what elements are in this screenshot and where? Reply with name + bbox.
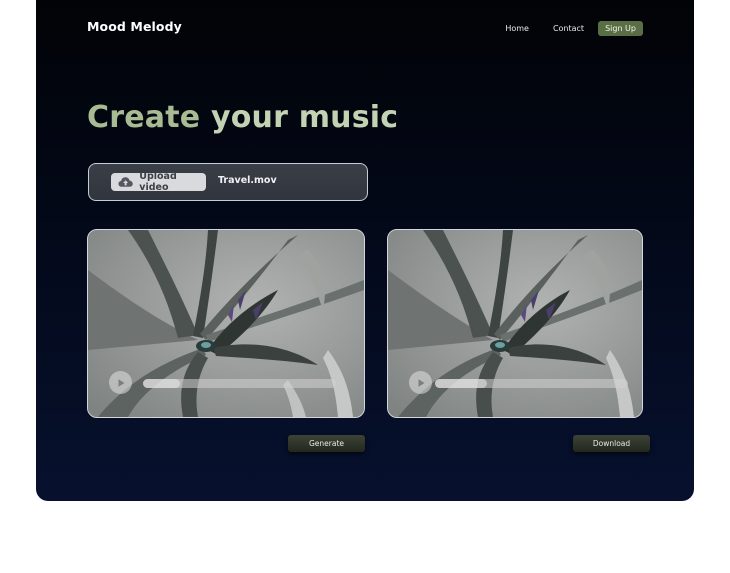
brand-logo[interactable]: Mood Melody — [87, 19, 182, 34]
source-video-player[interactable] — [87, 229, 365, 418]
top-nav: Home Contact Sign Up — [505, 21, 643, 36]
generate-button[interactable]: Generate — [288, 435, 365, 452]
upload-video-button[interactable]: Upload video — [111, 171, 206, 193]
generated-video-player[interactable] — [387, 229, 643, 418]
page-title-part1: Create — [87, 100, 201, 135]
play-button[interactable] — [109, 371, 132, 394]
progress-bar[interactable] — [143, 379, 336, 388]
page-title-part2: your music — [200, 100, 399, 135]
upload-bar: Upload video Travel.mov — [88, 163, 368, 201]
upload-video-label: Upload video — [139, 171, 177, 193]
play-icon — [118, 378, 124, 387]
download-button[interactable]: Download — [573, 435, 650, 452]
page-title: Create your music — [87, 100, 398, 135]
progress-fill — [143, 379, 180, 388]
nav-home-link[interactable]: Home — [505, 24, 529, 33]
progress-fill — [435, 379, 488, 388]
play-button[interactable] — [409, 371, 432, 394]
play-icon — [418, 378, 424, 387]
progress-bar[interactable] — [435, 379, 628, 388]
nav-contact-link[interactable]: Contact — [553, 24, 584, 33]
selected-file-name: Travel.mov — [218, 175, 277, 186]
cloud-upload-icon — [118, 177, 133, 187]
app-frame: Mood Melody Home Contact Sign Up Create … — [36, 0, 694, 501]
signup-button[interactable]: Sign Up — [598, 21, 643, 36]
